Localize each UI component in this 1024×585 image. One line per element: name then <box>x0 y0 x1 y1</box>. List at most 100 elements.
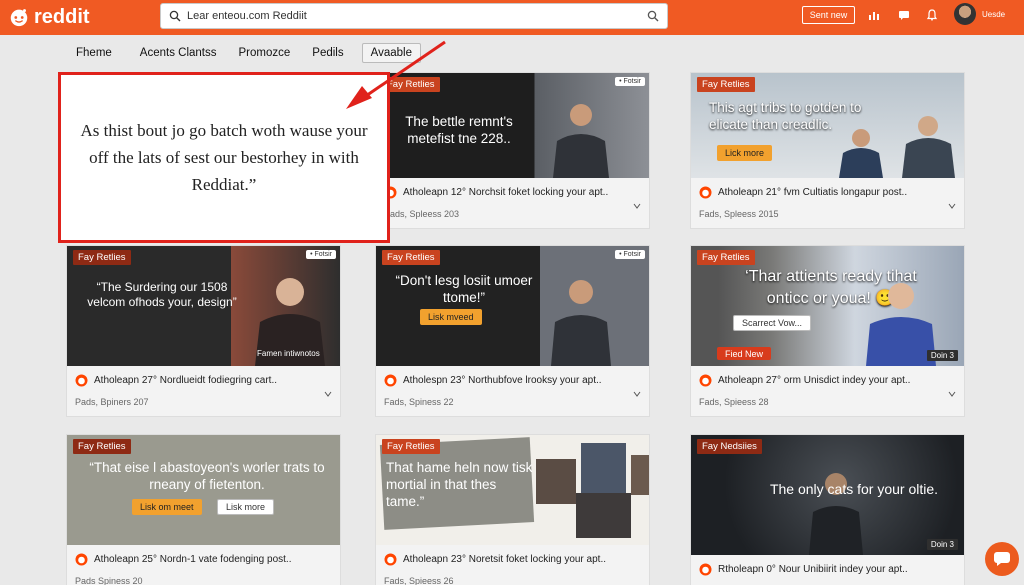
post-tag: Fay Nedsiies <box>697 439 762 454</box>
post-thumbnail[interactable]: Fay Retlies “That eise l abastoyeon's wo… <box>67 435 340 545</box>
lisk-mveed-button[interactable]: Lisk mveed <box>420 309 482 325</box>
subreddit-icon <box>699 186 712 199</box>
sent-new-button[interactable]: Sent new <box>802 6 855 24</box>
photo-thumbnail <box>631 455 649 495</box>
post-card[interactable]: Fay Nedsiies The only cats for your olti… <box>690 434 965 585</box>
chart-icon[interactable] <box>868 9 880 21</box>
lick-more-button[interactable]: Lick more <box>717 145 773 161</box>
post-thumbnail[interactable]: Fay Retlies This agt tribs to gotden to … <box>691 73 964 178</box>
post-card[interactable]: Fay Retlies “The Surdering our 1508 velc… <box>66 245 341 417</box>
chevron-down-icon[interactable] <box>948 203 956 209</box>
reddit-alien-icon <box>10 9 28 27</box>
post-meta: Atholeapn 27° Nordlueidt fodiegring cart… <box>67 366 340 416</box>
tab-promote[interactable]: Promozce <box>231 44 299 62</box>
username-label[interactable]: Uesde <box>982 10 1005 19</box>
post-headline: “Don't lesg losiit umoer ttome!” <box>395 273 533 305</box>
post-title[interactable]: Rtholeapn 0° Nour Unibiirit indey your a… <box>718 564 908 575</box>
post-mini-badge: • Fotsir <box>615 250 645 259</box>
post-meta: Atholeapn 25° Nordn-1 vate fodenging pos… <box>67 545 340 585</box>
chevron-down-icon[interactable] <box>633 203 641 209</box>
post-headline: That hame heln now tisk mortial in that … <box>386 460 533 509</box>
reddit-logo[interactable]: reddit <box>8 4 90 30</box>
post-meta: Rtholeapn 0° Nour Unibiirit indey your a… <box>691 555 964 585</box>
post-stats: Fads, Spieess 28 <box>699 397 769 407</box>
chat-icon[interactable] <box>898 9 910 21</box>
post-tag: Fay Retlies <box>73 250 131 265</box>
post-title[interactable]: Atholeapn 21° fvm Cultiatis longapur pos… <box>718 187 907 198</box>
post-title[interactable]: Atholeapn 27° Nordlueidt fodiegring cart… <box>94 375 277 386</box>
post-title[interactable]: Atholeapn 25° Nordn-1 vate fodenging pos… <box>94 554 291 565</box>
video-duration: Doin 3 <box>926 350 958 361</box>
post-tag: Fay Retlies <box>73 439 131 454</box>
subreddit-icon <box>384 374 397 387</box>
scarrect-view-button[interactable]: Scarrect Vow... <box>733 315 812 331</box>
post-stats: Pads, Spleess 203 <box>384 209 460 219</box>
subreddit-icon <box>75 374 88 387</box>
post-tag: Fay Retlies <box>697 77 755 92</box>
post-thumbnail[interactable]: Fay Retlies “Don't lesg losiit umoer tto… <box>376 246 649 366</box>
chevron-down-icon[interactable] <box>324 391 332 397</box>
arrow-icon <box>346 40 446 109</box>
tab-home[interactable]: Fheme <box>68 44 120 62</box>
video-duration: Doin 3 <box>926 539 958 550</box>
post-thumbnail[interactable]: Fay Retlies ‘Thar attients ready tihat o… <box>691 246 964 366</box>
post-title[interactable]: Atholeapn 23° Noretsit foket locking you… <box>403 554 606 565</box>
tab-agents-clients[interactable]: Acents Clantss <box>132 44 225 62</box>
video-caption: Famen intiwnotos <box>257 349 320 358</box>
fied-new-badge[interactable]: Fied New <box>717 347 772 360</box>
post-meta: Atholeapn 21° fvm Cultiatis longapur pos… <box>691 178 964 228</box>
presenter-image <box>551 280 611 366</box>
avatar[interactable] <box>954 3 976 25</box>
post-card[interactable]: Fay Retlies “Don't lesg losiit umoer tto… <box>375 245 650 417</box>
subreddit-icon <box>699 374 712 387</box>
chat-fab-button[interactable] <box>985 542 1019 576</box>
logo-text: reddit <box>34 5 90 28</box>
search-bar[interactable] <box>160 3 668 29</box>
notification-bell-icon[interactable] <box>926 9 938 21</box>
lisk-om-meet-button[interactable]: Lisk om meet <box>132 499 202 515</box>
search-icon <box>169 10 181 22</box>
post-headline: “That eise l abastoyeon's worler trats t… <box>89 460 325 492</box>
post-tag: Fay Retlies <box>382 250 440 265</box>
search-input[interactable] <box>187 10 641 22</box>
search-submit-icon[interactable] <box>647 10 659 22</box>
chevron-down-icon[interactable] <box>948 391 956 397</box>
post-meta: Atholeapn 23° Noretsit foket locking you… <box>376 545 649 585</box>
post-card[interactable]: Fay Retlies “That eise l abastoyeon's wo… <box>66 434 341 585</box>
post-stats: Fads, Spieess 26 <box>384 576 454 585</box>
post-card[interactable]: Fay Retlies ‘Thar attients ready tihat o… <box>690 245 965 417</box>
post-card[interactable]: Fay Retlies That hame heln now tisk mort… <box>375 434 650 585</box>
post-headline: The only cats for your oltie. <box>769 481 939 497</box>
post-thumbnail[interactable]: Fay Retlies “The Surdering our 1508 velc… <box>67 246 340 366</box>
post-stats: Fads, Spiness 22 <box>384 397 454 407</box>
post-thumbnail[interactable]: Fay Retlies That hame heln now tisk mort… <box>376 435 649 545</box>
photo-thumbnail <box>536 459 576 504</box>
post-stats: Pads Spiness 20 <box>75 576 143 585</box>
person-image <box>902 116 955 178</box>
post-tag: Fay Retlies <box>382 439 440 454</box>
post-title[interactable]: Atholeapn 27° orm Unisdict indey your ap… <box>718 375 910 386</box>
presenter-image <box>553 104 609 178</box>
chat-bubble-icon <box>994 552 1010 566</box>
chevron-down-icon[interactable] <box>633 391 641 397</box>
subreddit-icon <box>699 563 712 576</box>
lisk-more-button[interactable]: Lisk more <box>217 499 275 515</box>
post-thumbnail[interactable]: Fay Nedsiies The only cats for your olti… <box>691 435 964 555</box>
person-image <box>839 129 883 178</box>
callout-text: As thist bout jo go batch woth wause you… <box>80 121 368 194</box>
post-tag: Fay Retlies <box>697 250 755 265</box>
post-meta: Atholeapn 27° orm Unisdict indey your ap… <box>691 366 964 416</box>
post-meta: Atholeapn 12° Norchsit foket locking you… <box>376 178 649 228</box>
post-title[interactable]: Atholespn 23° Northubfove lrooksy your a… <box>403 375 602 386</box>
post-card[interactable]: Fay Retlies This agt tribs to gotden to … <box>690 72 965 229</box>
post-mini-badge: • Fotsir <box>615 77 645 86</box>
photo-thumbnail <box>576 493 631 538</box>
post-meta: Atholespn 23° Northubfove lrooksy your a… <box>376 366 649 416</box>
post-headline: The bettle remnt's metefist tne 228.. <box>405 114 513 146</box>
top-bar: reddit Sent new Uesde <box>0 0 1024 35</box>
post-stats: Fads, Spleess 2015 <box>699 209 779 219</box>
post-title[interactable]: Atholeapn 12° Norchsit foket locking you… <box>403 187 608 198</box>
person-image <box>809 473 863 555</box>
subreddit-icon <box>75 553 88 566</box>
subreddit-icon <box>384 553 397 566</box>
